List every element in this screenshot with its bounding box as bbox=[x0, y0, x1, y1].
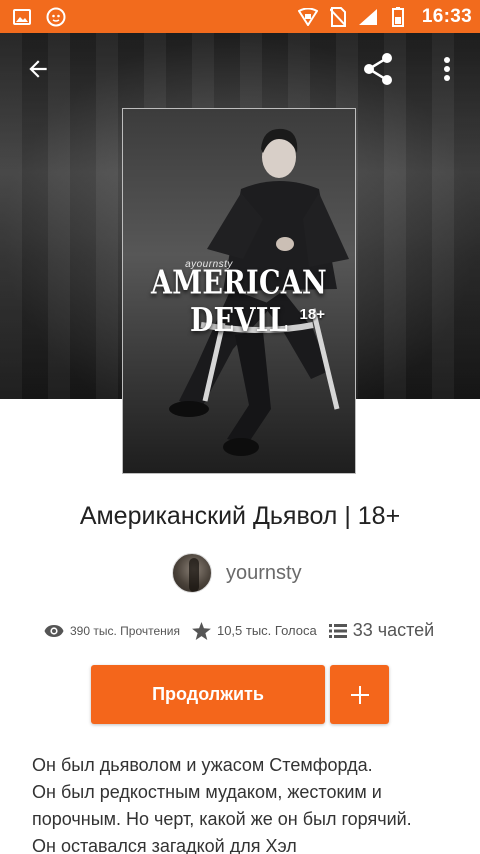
signal-lock-icon bbox=[297, 7, 318, 27]
status-bar: 16:33 bbox=[0, 0, 480, 33]
share-icon bbox=[364, 53, 392, 85]
sim-missing-icon bbox=[328, 6, 348, 27]
top-toolbar bbox=[0, 33, 480, 105]
votes-count: 10,5 тыс. Голоса bbox=[216, 623, 317, 638]
back-button[interactable] bbox=[14, 45, 62, 93]
story-stats: 390 тыс. Прочтения 10,5 тыс. Голоса 33 ч… bbox=[44, 620, 454, 641]
wattpad-lion-icon bbox=[46, 7, 66, 27]
status-right-icons: 16:33 bbox=[297, 5, 472, 28]
story-title: Американский Дьявол | 18+ bbox=[79, 502, 401, 530]
story-details-screen: 16:33 ayournsty AMERICAN DEVIL 18+ Амери… bbox=[0, 0, 480, 854]
share-button[interactable] bbox=[354, 45, 402, 93]
parts-count[interactable]: 33 частей bbox=[353, 620, 435, 641]
add-to-library-button[interactable] bbox=[330, 665, 389, 724]
list-icon bbox=[328, 623, 347, 638]
parts-stat[interactable]: 33 частей bbox=[328, 620, 435, 641]
more-vertical-icon bbox=[444, 57, 450, 81]
description-line: порочным. Но черт, какой же он был горяч… bbox=[32, 809, 412, 829]
plus-icon bbox=[350, 685, 369, 704]
description-line: Он был дьяволом и ужасом Стемфорда. bbox=[32, 755, 373, 775]
votes-stat: 10,5 тыс. Голоса bbox=[192, 621, 317, 640]
status-left-icons bbox=[12, 7, 66, 27]
continue-reading-label: Продолжить bbox=[152, 684, 264, 704]
author-avatar[interactable] bbox=[172, 553, 212, 593]
story-cover[interactable]: ayournsty AMERICAN DEVIL 18+ bbox=[122, 108, 356, 474]
description-line: Он был редкостным мудаком, жестоким и bbox=[32, 782, 382, 802]
back-arrow-icon bbox=[29, 60, 47, 78]
continue-reading-button[interactable]: Продолжить bbox=[91, 665, 325, 724]
cover-title: AMERICAN DEVIL bbox=[150, 264, 327, 340]
cover-rating: 18+ bbox=[299, 306, 325, 323]
signal-bars-icon bbox=[358, 7, 378, 27]
author-link[interactable]: yournsty bbox=[172, 553, 302, 593]
eye-icon bbox=[44, 624, 64, 637]
star-icon bbox=[192, 621, 211, 640]
more-options-button[interactable] bbox=[423, 45, 471, 93]
author-name[interactable]: yournsty bbox=[226, 562, 302, 585]
battery-icon bbox=[388, 6, 408, 27]
description-line: Он оставался загадкой для Хэл bbox=[32, 836, 297, 854]
reads-count: 390 тыс. Прочтения bbox=[70, 623, 180, 638]
story-description: Он был дьяволом и ужасом Стемфорда. Он б… bbox=[32, 752, 452, 854]
image-icon bbox=[12, 7, 32, 27]
status-time: 16:33 bbox=[421, 5, 472, 27]
reads-stat: 390 тыс. Прочтения bbox=[44, 624, 180, 638]
